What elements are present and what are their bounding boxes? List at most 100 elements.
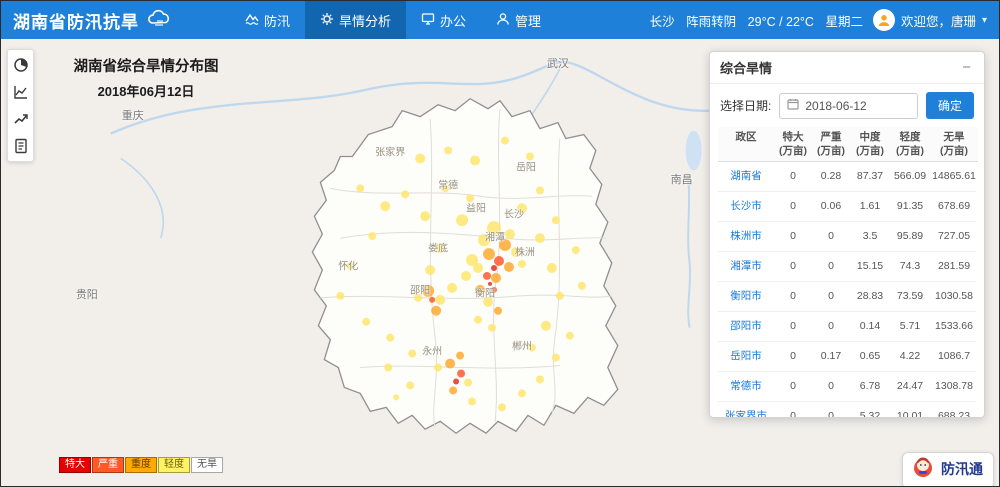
value-cell-light: 5.71 xyxy=(890,312,930,341)
column-header: 政区 xyxy=(718,127,774,162)
legend-item: 无旱 xyxy=(191,457,223,473)
column-header: 中度 (万亩) xyxy=(850,127,890,162)
region-cell[interactable]: 湘潭市 xyxy=(718,252,774,281)
date-picker[interactable] xyxy=(779,93,918,119)
table-header-row: 政区 特大 (万亩) 严重 (万亩) 中度 xyxy=(718,127,976,162)
column-header-line2: (万亩) xyxy=(856,145,884,157)
value-cell-extreme: 0 xyxy=(774,372,812,401)
table-row[interactable]: 张家界市 0 0 5.32 10.01 688.23 xyxy=(718,402,976,418)
monitor-icon xyxy=(421,12,435,29)
date-input[interactable] xyxy=(805,99,910,113)
value-cell-severe: 0 xyxy=(812,252,850,281)
column-header-line2: (万亩) xyxy=(896,145,924,157)
value-cell-extreme: 0 xyxy=(774,402,812,418)
table-row[interactable]: 衡阳市 0 0 28.83 73.59 1030.58 xyxy=(718,282,976,312)
panel-header: 综合旱情 − xyxy=(710,52,984,84)
column-header-line1: 政区 xyxy=(736,131,757,143)
nav-item-office[interactable]: 办公 xyxy=(406,1,481,39)
legend-label: 重度 xyxy=(131,459,151,470)
nav-label: 办公 xyxy=(440,11,466,30)
map-title-text: 湖南省综合旱情分布图 xyxy=(61,55,231,76)
app-logo: 湖南省防汛抗旱 xyxy=(13,8,172,33)
map-title-date: 2018年06月12日 xyxy=(61,81,231,100)
nav-label: 旱情分析 xyxy=(339,11,391,30)
value-cell-severe: 0 xyxy=(812,312,850,341)
trend-chart-icon[interactable] xyxy=(12,110,30,128)
legend-label: 严重 xyxy=(98,459,118,470)
user-greeting: 欢迎您，唐珊 xyxy=(901,11,976,30)
table-row[interactable]: 邵阳市 0 0 0.14 5.71 1533.66 xyxy=(718,312,976,342)
pie-chart-icon[interactable] xyxy=(12,56,30,74)
main-nav: 防汛 旱情分析 办公 管理 xyxy=(230,1,556,39)
value-cell-severe: 0 xyxy=(812,372,850,401)
legend-label: 轻度 xyxy=(164,459,184,470)
collapse-icon[interactable]: − xyxy=(959,60,974,75)
column-header-line1: 轻度 xyxy=(900,131,921,143)
value-cell-light: 73.59 xyxy=(890,282,930,311)
value-cell-moderate: 15.15 xyxy=(850,252,890,281)
column-header-line1: 中度 xyxy=(860,131,881,143)
value-cell-moderate: 28.83 xyxy=(850,282,890,311)
value-cell-none: 1533.66 xyxy=(930,312,978,341)
user-menu[interactable]: 欢迎您，唐珊 ▾ xyxy=(873,9,987,31)
nav-label: 防汛 xyxy=(264,11,290,30)
value-cell-none: 1308.78 xyxy=(930,372,978,401)
drought-summary-panel: 综合旱情 − 选择日期: 确定 政区 xyxy=(709,51,985,418)
column-header-line1: 严重 xyxy=(821,131,842,143)
severity-legend: 特大 严重 重度 轻度 无旱 xyxy=(59,457,224,473)
column-header-line2: (万亩) xyxy=(779,145,807,157)
fangxuntong-badge[interactable]: 防汛通 xyxy=(902,452,994,487)
region-cell[interactable]: 长沙市 xyxy=(718,192,774,221)
nav-item-flood[interactable]: 防汛 xyxy=(230,1,305,39)
line-chart-icon[interactable] xyxy=(12,83,30,101)
region-cell[interactable]: 邵阳市 xyxy=(718,312,774,341)
legend-label: 无旱 xyxy=(197,459,217,470)
value-cell-none: 1086.7 xyxy=(930,342,978,371)
region-cell[interactable]: 张家界市 xyxy=(718,402,774,418)
table-body: 湖南省 0 0.28 87.37 566.09 14865.61 长沙市 0 0… xyxy=(718,162,976,418)
weather-info: 长沙 阵雨转阴 29°C / 22°C 星期二 xyxy=(642,11,863,30)
column-header-line2: (万亩) xyxy=(940,145,968,157)
top-navbar: 湖南省防汛抗旱 防汛 旱情分析 办公 xyxy=(1,1,999,39)
region-cell[interactable]: 衡阳市 xyxy=(718,282,774,311)
table-row[interactable]: 长沙市 0 0.06 1.61 91.35 678.69 xyxy=(718,192,976,222)
region-cell[interactable]: 常德市 xyxy=(718,372,774,401)
user-icon xyxy=(496,12,510,29)
region-cell[interactable]: 株洲市 xyxy=(718,222,774,251)
badge-label: 防汛通 xyxy=(941,459,983,479)
value-cell-none: 678.69 xyxy=(930,192,978,221)
value-cell-moderate: 87.37 xyxy=(850,162,890,191)
value-cell-light: 91.35 xyxy=(890,192,930,221)
value-cell-severe: 0.17 xyxy=(812,342,850,371)
value-cell-moderate: 5.32 xyxy=(850,402,890,418)
weather-condition: 阵雨转阴 xyxy=(686,15,736,29)
nav-item-drought-analysis[interactable]: 旱情分析 xyxy=(305,1,406,39)
column-header-line1: 无旱 xyxy=(944,131,965,143)
chevron-down-icon: ▾ xyxy=(982,15,987,26)
table-row[interactable]: 湘潭市 0 0 15.15 74.3 281.59 xyxy=(718,252,976,282)
gear-icon xyxy=(320,12,334,29)
calendar-icon xyxy=(787,98,799,113)
value-cell-moderate: 3.5 xyxy=(850,222,890,251)
value-cell-moderate: 0.14 xyxy=(850,312,890,341)
table-row[interactable]: 岳阳市 0 0.17 0.65 4.22 1086.7 xyxy=(718,342,976,372)
panel-title: 综合旱情 xyxy=(720,58,772,77)
region-cell[interactable]: 岳阳市 xyxy=(718,342,774,371)
legend-label: 特大 xyxy=(65,459,85,470)
column-header-line1: 特大 xyxy=(783,131,804,143)
value-cell-extreme: 0 xyxy=(774,342,812,371)
value-cell-extreme: 0 xyxy=(774,252,812,281)
table-row[interactable]: 湖南省 0 0.28 87.37 566.09 14865.61 xyxy=(718,162,976,192)
confirm-button[interactable]: 确定 xyxy=(926,92,974,119)
nav-item-management[interactable]: 管理 xyxy=(481,1,556,39)
table-row[interactable]: 常德市 0 0 6.78 24.47 1308.78 xyxy=(718,372,976,402)
drought-table: 政区 特大 (万亩) 严重 (万亩) 中度 xyxy=(718,127,976,418)
legend-item: 重度 xyxy=(125,457,157,473)
column-header: 轻度 (万亩) xyxy=(890,127,930,162)
legend-item: 严重 xyxy=(92,457,124,473)
report-icon[interactable] xyxy=(12,137,30,155)
value-cell-severe: 0 xyxy=(812,222,850,251)
weather-temp: 29°C / 22°C xyxy=(748,15,814,29)
table-row[interactable]: 株洲市 0 0 3.5 95.89 727.05 xyxy=(718,222,976,252)
region-cell[interactable]: 湖南省 xyxy=(718,162,774,191)
